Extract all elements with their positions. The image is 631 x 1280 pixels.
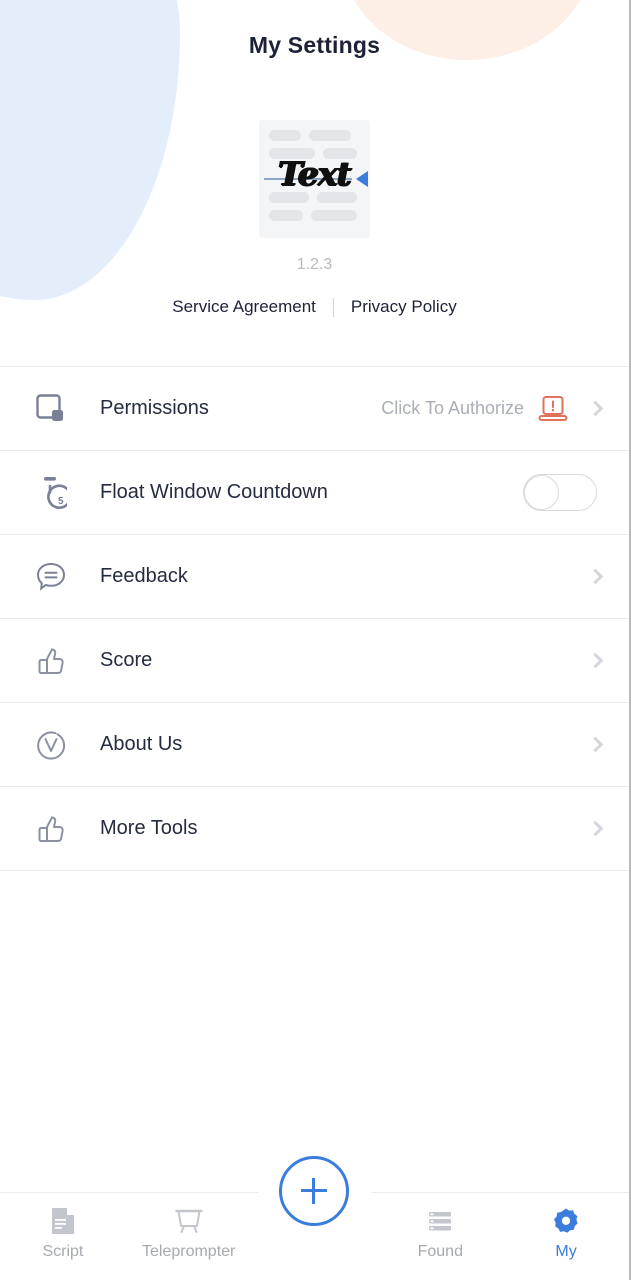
nav-item-label: Found	[417, 1243, 463, 1260]
script-document-icon	[50, 1205, 76, 1237]
legal-links: Service Agreement Privacy Policy	[172, 297, 457, 317]
header: My Settings	[0, 0, 629, 90]
chevron-right-icon	[587, 400, 604, 417]
app-version: 1.2.3	[296, 256, 333, 273]
text-document-logo: Text	[259, 120, 370, 238]
toggle-knob	[524, 475, 559, 510]
speech-bubble-icon	[28, 554, 74, 600]
nav-item-label: My	[555, 1243, 577, 1260]
settings-row-more-tools[interactable]: More Tools	[0, 787, 629, 871]
permission-square-icon	[28, 386, 74, 432]
settings-row-label: More Tools	[100, 817, 198, 839]
nav-item-label: Teleprompter	[142, 1243, 236, 1260]
list-lines-icon	[427, 1205, 453, 1237]
app-identity-block: Text 1.2.3 Service Agreement Privacy Pol…	[0, 120, 629, 317]
float-window-countdown-toggle[interactable]	[523, 474, 597, 511]
blue-triangle-pointer-icon	[356, 171, 368, 187]
settings-row-feedback[interactable]: Feedback	[0, 535, 629, 619]
teleprompter-icon	[174, 1205, 203, 1237]
nav-item-my[interactable]: My	[503, 1192, 629, 1261]
nav-item-teleprompter[interactable]: Teleprompter	[126, 1192, 252, 1261]
settings-row-label: Score	[100, 649, 153, 671]
plus-icon	[301, 1178, 328, 1204]
page-title: My Settings	[248, 31, 381, 58]
nav-item-found[interactable]: Found	[377, 1192, 503, 1261]
service-agreement-link[interactable]: Service Agreement	[172, 297, 316, 317]
settings-row-label: Float Window Countdown	[100, 481, 328, 503]
thumbs-up-icon	[28, 806, 74, 852]
permissions-status-text: Click To Authorize	[381, 398, 524, 418]
settings-row-about-us[interactable]: About Us	[0, 703, 629, 787]
settings-row-score[interactable]: Score	[0, 619, 629, 703]
chevron-right-icon	[587, 652, 604, 669]
circle-v-icon	[28, 722, 74, 768]
legal-divider	[332, 297, 334, 317]
settings-row-float-window-countdown[interactable]: 5 Float Window Countdown	[0, 451, 629, 535]
nav-item-script[interactable]: Script	[0, 1192, 126, 1261]
gear-icon	[552, 1205, 580, 1237]
thumbs-up-icon	[28, 638, 74, 684]
bottom-navigation: Script Teleprompter Found My	[0, 1156, 629, 1280]
privacy-policy-link[interactable]: Privacy Policy	[351, 297, 457, 317]
settings-row-label: Permissions	[100, 397, 209, 419]
app-screen: My Settings Text 1.2.3 Service Agreement…	[0, 0, 631, 1280]
chevron-right-icon	[587, 736, 604, 753]
logo-wordmark: Text	[278, 154, 352, 193]
nav-item-label: Script	[42, 1243, 84, 1260]
stopwatch-5-icon: 5	[28, 470, 74, 516]
laptop-warning-icon	[538, 395, 568, 423]
chevron-right-icon	[587, 820, 604, 837]
settings-list: Permissions Click To Authorize 5 Float W…	[0, 366, 629, 871]
chevron-right-icon	[587, 568, 604, 585]
svg-text:5: 5	[58, 496, 64, 507]
create-new-button[interactable]	[279, 1156, 350, 1226]
settings-row-label: Feedback	[100, 565, 188, 587]
settings-row-label: About Us	[100, 733, 183, 755]
settings-row-permissions[interactable]: Permissions Click To Authorize	[0, 367, 629, 451]
